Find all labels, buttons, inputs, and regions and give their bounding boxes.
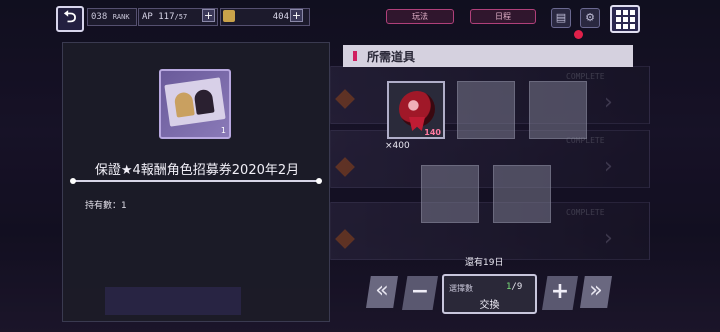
remaining-days: 還有19日 <box>465 258 504 268</box>
menu-pill-button[interactable]: 玩法 <box>386 9 454 24</box>
rank-value: 038 <box>91 12 108 22</box>
back-button[interactable]: ⮌ <box>56 6 84 32</box>
empty-item-slot <box>529 81 587 139</box>
top-bar: ⮌ 038 RANK AP 117/57 + 404 + 玩法 日程 ▤ ⚙ <box>0 0 720 39</box>
back-arrow-icon: ⮌ <box>63 6 77 26</box>
rank-label: RANK <box>112 13 130 21</box>
increase-button[interactable]: + <box>542 276 578 310</box>
select-count: 1/9 <box>506 282 522 292</box>
double-left-icon: « <box>375 278 389 303</box>
ticket-count: 1 <box>220 126 226 135</box>
select-count-label: 選擇數 <box>449 284 473 293</box>
currency-add-button[interactable]: + <box>290 9 303 22</box>
max-value: /9 <box>511 282 523 292</box>
required-quantity: ×400 <box>385 141 410 151</box>
double-right-icon: » <box>589 278 603 303</box>
currency-value: 404 <box>272 12 289 22</box>
ticket-artwork <box>164 77 226 127</box>
character-portrait <box>173 91 195 118</box>
exchange-panel[interactable]: 選擇數 1/9 交換 <box>442 274 537 314</box>
empty-item-slot <box>457 81 515 139</box>
title-divider <box>70 178 322 184</box>
plus-icon: + <box>550 279 570 304</box>
min-quantity-button[interactable]: « <box>366 276 398 308</box>
reward-detail-panel: 1 保證★4報酬角色招募券2020年2月 持有數：1 <box>62 42 330 322</box>
currency-icon <box>223 10 235 22</box>
recruit-ticket-image: 1 <box>159 69 231 139</box>
ap-label: AP <box>142 12 153 22</box>
ap-value: 117 <box>158 12 175 22</box>
ap-max: /57 <box>174 13 188 21</box>
empty-item-slot <box>493 165 551 223</box>
rank-display: 038 RANK <box>87 8 137 26</box>
owned-count: 持有數：1 <box>85 201 127 211</box>
max-quantity-button[interactable]: » <box>580 276 612 308</box>
minus-icon: − <box>410 279 430 304</box>
notebook-icon[interactable]: ▤ <box>551 8 571 28</box>
dimmed-banner <box>105 287 241 315</box>
ap-add-button[interactable]: + <box>202 9 215 22</box>
main-menu-grid-button[interactable] <box>610 5 640 33</box>
schedule-pill-button[interactable]: 日程 <box>470 9 536 24</box>
menu-pill-label: 玩法 <box>412 12 428 21</box>
required-item-slot[interactable]: 140 <box>387 81 445 139</box>
character-portrait <box>193 88 215 115</box>
exchange-button[interactable]: 交換 <box>444 296 535 311</box>
ribbon-icon <box>409 117 425 131</box>
empty-item-slot <box>421 165 479 223</box>
notification-badge <box>574 30 583 39</box>
schedule-pill-label: 日程 <box>495 12 511 21</box>
required-items-header: 所需道具 <box>343 45 633 67</box>
settings-icon[interactable]: ⚙ <box>580 8 600 28</box>
decrease-button[interactable]: − <box>402 276 438 310</box>
reward-title: 保證★4報酬角色招募券2020年2月 <box>94 163 300 178</box>
item-owned-count: 140 <box>424 128 441 137</box>
